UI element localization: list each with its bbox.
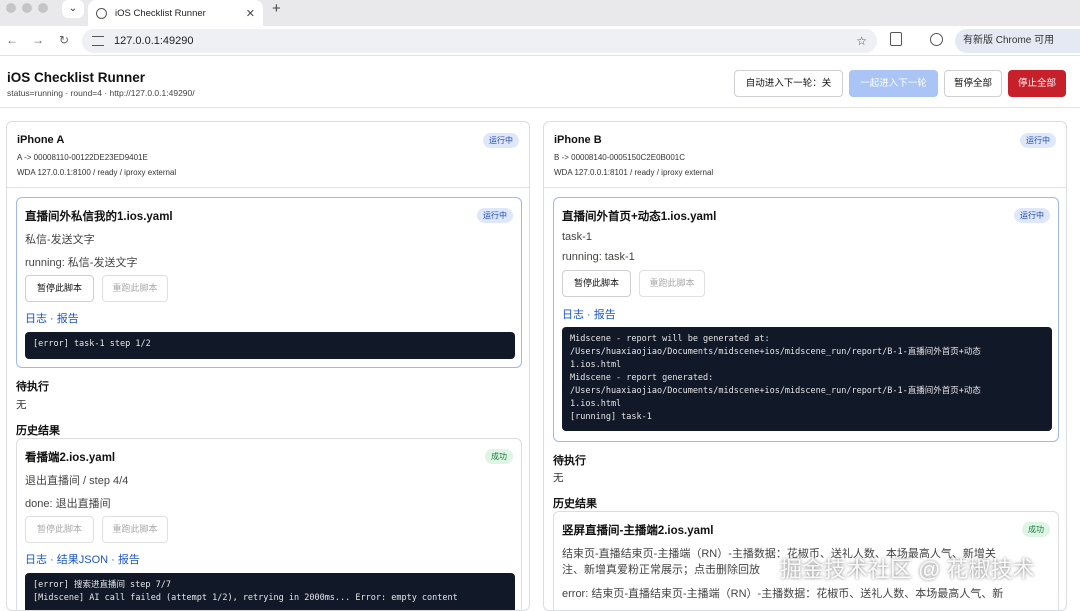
auto-next-toggle[interactable]: 自动进入下一轮：关 — [734, 70, 843, 97]
site-info-icon[interactable] — [92, 36, 104, 46]
pending-value: 无 — [16, 399, 27, 411]
next-round-button[interactable]: 一起进入下一轮 — [849, 70, 938, 97]
stop-all-button[interactable]: 停止全部 — [1008, 70, 1066, 97]
log-output: [error] task-1 step 1/2 — [25, 332, 515, 359]
app-header: iOS Checklist Runner status=running · ro… — [0, 57, 1080, 108]
back-icon[interactable]: ← — [6, 33, 18, 47]
pause-script-button[interactable]: 暂停此脚本 — [25, 275, 94, 302]
address-bar-row: ← → ↻ 127.0.0.1:49290 ☆ 有新版 Chrome 可用 — [0, 26, 1080, 56]
pending-heading: 待执行 — [16, 381, 49, 393]
log-link[interactable]: 日志 — [562, 309, 584, 321]
status-badge: 运行中 — [1014, 208, 1050, 223]
current-script-card: 直播间外首页+动态1.ios.yaml 运行中 task-1 running: … — [553, 197, 1059, 442]
tab-title: iOS Checklist Runner — [115, 7, 206, 19]
run-state: running: 私信-发送文字 — [25, 257, 138, 269]
device-name: iPhone B — [554, 134, 602, 146]
rerun-script-button[interactable]: 重跑此脚本 — [639, 270, 705, 297]
history-heading: 历史结果 — [16, 425, 60, 437]
report-link[interactable]: 报告 — [594, 309, 616, 321]
run-state: running: task-1 — [562, 251, 635, 263]
log-link[interactable]: 日志 — [25, 313, 47, 325]
device-id: A -> 00008110-00122DE23ED9401E — [17, 153, 148, 162]
forward-icon[interactable]: → — [32, 33, 44, 47]
script-title: 竖屏直播间-主播端2.ios.yaml — [562, 525, 714, 537]
wda-info: WDA 127.0.0.1:8101 / ready / iproxy exte… — [554, 168, 714, 177]
window-controls[interactable] — [6, 3, 48, 13]
device-header: iPhone A 运行中 A -> 00008110-00122DE23ED94… — [7, 122, 529, 188]
browser-tabbar: ⌄ iOS Checklist Runner ✕ + — [0, 0, 1080, 26]
step-name: task-1 — [562, 231, 592, 243]
chrome-update-button[interactable]: 有新版 Chrome 可用 — [955, 29, 1080, 53]
wda-info: WDA 127.0.0.1:8100 / ready / iproxy exte… — [17, 168, 177, 177]
script-title: 直播间外首页+动态1.ios.yaml — [562, 211, 717, 223]
log-link[interactable]: 日志 — [25, 554, 47, 566]
status-badge: 运行中 — [483, 133, 519, 148]
rerun-script-button[interactable]: 重跑此脚本 — [102, 516, 168, 543]
pause-script-button[interactable]: 暂停此脚本 — [25, 516, 94, 543]
log-output: [error] 搜索进直播间 step 7/7 [Midscene] AI ca… — [25, 573, 515, 610]
status-line: status=running · round=4 · http://127.0.… — [7, 88, 195, 98]
browser-tab[interactable]: iOS Checklist Runner ✕ — [88, 0, 263, 26]
report-link[interactable]: 报告 — [57, 313, 79, 325]
tab-search-chevron-icon[interactable]: ⌄ — [62, 0, 84, 18]
run-state: error: 结束页-直播结束页-主播端（RN）-主播数据：花椒币、送礼人数、本… — [562, 588, 1004, 600]
report-link[interactable]: 报告 — [118, 554, 140, 566]
url-input[interactable]: 127.0.0.1:49290 ☆ — [82, 29, 877, 53]
run-state: done: 退出直播间 — [25, 498, 111, 510]
watermark: 掘金技术社区 @ 花椒技术 — [780, 557, 1035, 582]
close-icon[interactable]: ✕ — [246, 7, 255, 20]
device-id: B -> 00008140-0005150C2E0B001C — [554, 153, 685, 162]
script-links: 日志 · 结果JSON · 报告 — [25, 554, 140, 566]
step-name-cont: 注、新增真爱粉正常展示；点击删除回放 — [562, 564, 760, 576]
log-output: Midscene - report will be generated at: … — [562, 327, 1052, 431]
history-heading: 历史结果 — [553, 498, 597, 510]
json-link[interactable]: 结果JSON — [57, 554, 108, 566]
pause-script-button[interactable]: 暂停此脚本 — [562, 270, 631, 297]
history-card: 看播端2.ios.yaml 成功 退出直播间 / step 4/4 done: … — [16, 438, 522, 610]
extensions-icon[interactable] — [890, 32, 902, 46]
step-name: 私信-发送文字 — [25, 234, 95, 246]
step-name: 退出直播间 / step 4/4 — [25, 475, 129, 487]
reload-icon[interactable]: ↻ — [59, 33, 69, 47]
device-panel-a: iPhone A 运行中 A -> 00008110-00122DE23ED94… — [6, 121, 530, 611]
current-script-card: 直播间外私信我的1.ios.yaml 运行中 私信-发送文字 running: … — [16, 197, 522, 368]
script-title: 直播间外私信我的1.ios.yaml — [25, 211, 173, 223]
rerun-script-button[interactable]: 重跑此脚本 — [102, 275, 168, 302]
script-title: 看播端2.ios.yaml — [25, 452, 116, 464]
status-badge: 成功 — [485, 449, 513, 464]
script-links: 日志 · 报告 — [562, 309, 616, 321]
script-links: 日志 · 报告 — [25, 313, 79, 325]
status-badge: 成功 — [1022, 522, 1050, 537]
device-panel-b: iPhone B 运行中 B -> 00008140-0005150C2E0B0… — [543, 121, 1067, 611]
page-title: iOS Checklist Runner — [7, 70, 146, 85]
device-header: iPhone B 运行中 B -> 00008140-0005150C2E0B0… — [544, 122, 1066, 188]
pause-all-button[interactable]: 暂停全部 — [944, 70, 1002, 97]
pending-heading: 待执行 — [553, 455, 586, 467]
status-badge: 运行中 — [1020, 133, 1056, 148]
status-badge: 运行中 — [477, 208, 513, 223]
pending-value: 无 — [553, 472, 564, 484]
new-tab-icon[interactable]: + — [272, 0, 281, 18]
bookmark-star-icon[interactable]: ☆ — [856, 34, 867, 48]
device-name: iPhone A — [17, 134, 65, 146]
url-text: 127.0.0.1:49290 — [114, 35, 194, 47]
globe-icon — [96, 7, 107, 19]
profile-icon[interactable] — [930, 33, 943, 46]
